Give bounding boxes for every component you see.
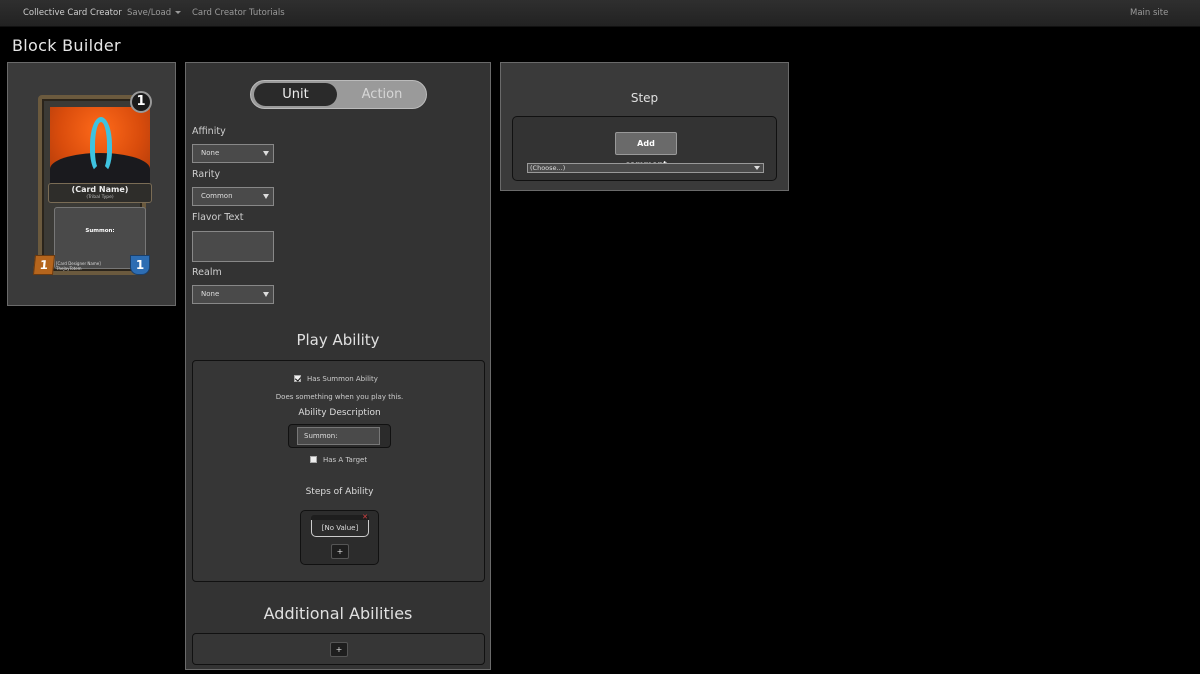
toggle-unit[interactable]: Unit [254,83,337,106]
main-site-link[interactable]: Main site [1130,8,1168,18]
steps-of-ability-label: Steps of Ability [305,487,374,497]
card-preview: (Card Name) (Tribal Type) Summon: 1 1 [C… [32,91,152,277]
step-item[interactable]: ✕ [No Value] [311,514,369,538]
ability-description-wrap: Summon: [288,424,391,448]
dropdown-arrow-icon [263,151,269,156]
add-ability-button[interactable]: + [330,642,348,657]
play-ability-box: Has Summon Ability Does something when y… [192,360,485,582]
page-title: Block Builder [12,36,121,55]
caret-down-icon [175,11,182,14]
card-cost: 1 [130,91,152,113]
card-text: Summon: [85,228,115,234]
card-tribe: (Tribal Type) [86,195,114,200]
toggle-action[interactable]: Action [339,83,425,106]
builder-panel: Unit Action Affinity None Rarity Common … [185,62,491,670]
play-ability-title: Play Ability [296,331,380,349]
save-load-label: Save/Load [127,8,172,18]
card-attack: 1 [32,255,56,275]
flavor-text-input[interactable] [192,231,274,262]
brand-link[interactable]: Collective Card Creator [23,8,122,18]
dropdown-arrow-icon [754,166,760,170]
add-step-button[interactable]: + [331,544,349,559]
has-summon-row[interactable]: Has Summon Ability [294,375,378,383]
affinity-label: Affinity [192,126,226,137]
ability-description-label: Ability Description [298,408,381,418]
has-summon-checkbox[interactable] [294,375,301,382]
has-target-row[interactable]: Has A Target [310,456,367,464]
flavor-text-label: Flavor Text [192,212,244,223]
rarity-label: Rarity [192,169,221,180]
add-comment-button[interactable]: Add comment [615,132,677,169]
dropdown-arrow-icon [263,292,269,297]
step-inner-box: Add comment (Choose...) [512,116,777,181]
step-panel: Step Add comment (Choose...) [500,62,789,191]
additional-abilities-title: Additional Abilities [263,604,413,623]
steps-box: ✕ [No Value] + [300,510,379,565]
step-title: Step [630,91,659,105]
navbar: Collective Card Creator Save/Load Card C… [0,0,1200,27]
card-preview-panel: (Card Name) (Tribal Type) Summon: 1 1 [C… [7,62,176,306]
card-namebar: (Card Name) (Tribal Type) [48,183,152,203]
realm-label: Realm [192,267,222,278]
affinity-swirl-icon [90,117,112,173]
step-value[interactable]: [No Value] [311,520,369,537]
affinity-select[interactable]: None [192,144,274,163]
dropdown-arrow-icon [263,194,269,199]
save-load-menu[interactable]: Save/Load [127,8,182,18]
card-designer: [Card Designer Name] TheJayTotem [56,261,101,271]
card-name: (Card Name) [71,185,129,194]
card-health: 1 [130,255,150,275]
realm-select[interactable]: None [192,285,274,304]
has-target-checkbox[interactable] [310,456,317,463]
unit-action-toggle[interactable]: Unit Action [250,80,427,109]
step-type-select[interactable]: (Choose...) [527,163,764,173]
rarity-select[interactable]: Common [192,187,274,206]
card-frame: (Card Name) (Tribal Type) Summon: [38,95,152,275]
tutorials-link[interactable]: Card Creator Tutorials [192,8,285,18]
card-art [50,107,150,185]
summon-hint: Does something when you play this. [275,393,404,401]
ability-description-input[interactable]: Summon: [297,427,380,445]
additional-abilities-box: + [192,633,485,665]
